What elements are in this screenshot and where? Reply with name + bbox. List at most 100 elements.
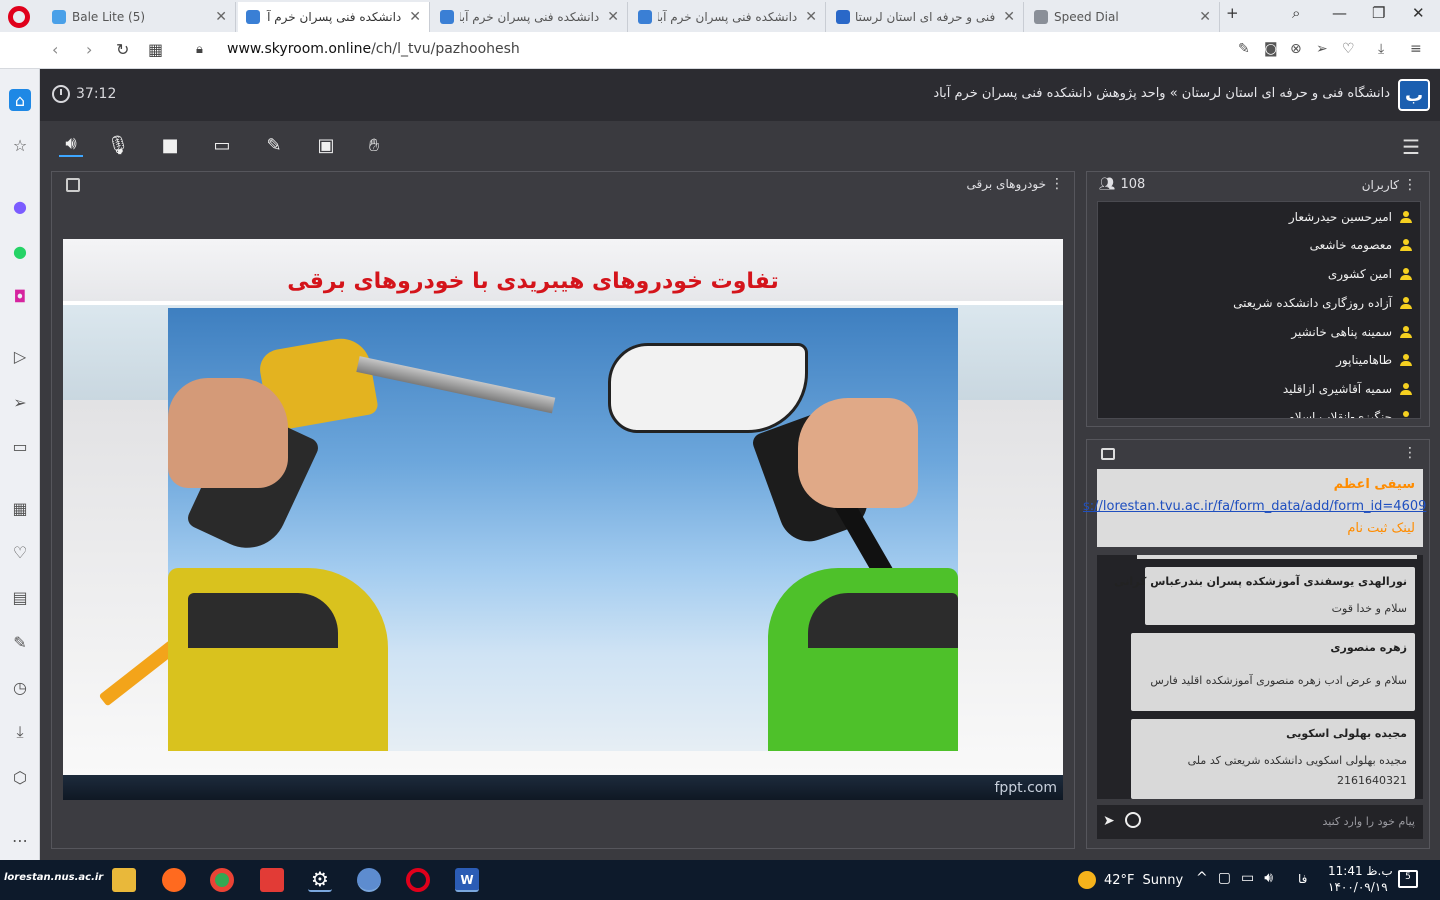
heart-icon[interactable]: ♡ xyxy=(1342,41,1355,57)
fullscreen-icon[interactable] xyxy=(66,178,80,192)
close-tab-icon[interactable]: ✕ xyxy=(1199,9,1211,25)
browser-tab-speed-dial[interactable]: Speed Dial ✕ xyxy=(1026,2,1220,32)
bookmarks-heart-icon[interactable]: ♡ xyxy=(9,541,31,563)
downloads-icon[interactable]: ⤓ xyxy=(9,721,31,743)
message-text: سلام و خدا قوت xyxy=(1331,602,1407,615)
globe-icon[interactable] xyxy=(357,868,381,892)
chat-panel: ⋮ سیفی اعظم s://lorestan.tvu.ac.ir/fa/fo… xyxy=(1083,439,1430,849)
sun-icon xyxy=(1078,871,1096,889)
easy-setup-icon[interactable]: ≡ xyxy=(1410,41,1422,57)
system-time[interactable]: 11:41 ب.ظ xyxy=(1328,864,1393,878)
url-field[interactable]: www.skyroom.online/ch/l_tvu/pazhoohesh xyxy=(227,41,520,57)
notification-icon[interactable]: 5 xyxy=(1398,870,1418,888)
reload-icon[interactable]: ↻ xyxy=(116,40,129,59)
raise-hand-icon[interactable]: ✋︎ xyxy=(362,133,386,157)
close-window-icon[interactable]: ✕ xyxy=(1412,4,1425,22)
send-icon[interactable]: ➢ xyxy=(1316,41,1328,57)
whatsapp-icon[interactable]: ● xyxy=(9,240,31,262)
kebab-menu-icon[interactable]: ⋮ xyxy=(1403,177,1417,193)
chat-messages[interactable]: نورالهدی یوسفندی آموزشکده پسران بندرعباس… xyxy=(1097,555,1423,799)
star-icon[interactable]: ☆ xyxy=(9,134,31,156)
maximize-icon[interactable]: ❐ xyxy=(1372,4,1385,22)
back-icon[interactable]: ‹ xyxy=(52,40,58,59)
send-icon[interactable]: ➤ xyxy=(1103,813,1115,829)
chrome-icon[interactable] xyxy=(210,868,234,892)
user-name: امین کشوری xyxy=(1327,266,1392,281)
user-item[interactable]: چنگیزی-انقلاب اسلامی xyxy=(1098,402,1420,418)
screen-share-icon[interactable]: ▭ xyxy=(210,133,234,157)
user-item[interactable]: امیرحسین حیدرشعار xyxy=(1098,202,1420,231)
instagram-icon[interactable]: ◘ xyxy=(9,285,31,307)
close-tab-icon[interactable]: ✕ xyxy=(1003,9,1015,25)
anydesk-icon[interactable] xyxy=(260,868,284,892)
browser-tab-bale[interactable]: Bale Lite (5) ✕ xyxy=(44,2,236,32)
hamburger-menu-icon[interactable]: ☰ xyxy=(1402,135,1420,159)
user-item[interactable]: طاهامیناپور xyxy=(1098,345,1420,374)
user-item[interactable]: معصومه خاشعی xyxy=(1098,230,1420,259)
forward-icon[interactable]: › xyxy=(86,40,92,59)
extensions-icon[interactable]: ⬡ xyxy=(9,766,31,788)
chat-placeholder: پیام خود را وارد کنید xyxy=(1322,815,1415,828)
more-icon[interactable]: ⋯ xyxy=(9,829,31,851)
input-language[interactable]: فا xyxy=(1298,872,1307,886)
user-item[interactable]: سمینه پناهی خانشیر xyxy=(1098,317,1420,346)
skyroom-favicon-icon xyxy=(440,10,454,24)
new-tab-icon[interactable]: + xyxy=(1226,4,1239,22)
tab-label: دانشکده فنی پسران خرم آباد xyxy=(266,10,402,24)
wallet-icon[interactable]: ▭ xyxy=(9,435,31,457)
system-date[interactable]: ۱۴۰۰/۰۹/۱۹ xyxy=(1328,880,1388,894)
mic-off-icon[interactable]: 🎙︎ xyxy=(106,133,130,157)
user-item[interactable]: سمیه آقاشیری ازاقلید xyxy=(1098,374,1420,403)
close-tab-icon[interactable]: ✕ xyxy=(607,9,619,25)
messenger-icon[interactable]: ● xyxy=(9,195,31,217)
camera-icon[interactable]: ■ xyxy=(158,133,182,157)
home-icon[interactable]: ⌂ xyxy=(9,89,31,111)
users-list[interactable]: امیرحسین حیدرشعار معصومه خاشعی امین کشور… xyxy=(1097,201,1421,419)
close-tab-icon[interactable]: ✕ xyxy=(409,9,421,25)
brush-icon[interactable]: ✎ xyxy=(262,133,286,157)
history-icon[interactable]: ◷ xyxy=(9,676,31,698)
opera-logo-icon[interactable] xyxy=(8,6,30,28)
browser-tab-active[interactable]: دانشکده فنی پسران خرم آباد ✕ xyxy=(238,2,430,32)
video-file-icon[interactable]: ▣ xyxy=(314,133,338,157)
speaker-icon[interactable]: 🔊︎ xyxy=(59,133,83,157)
browser-tab[interactable]: دانشکده فنی پسران خرم آباد ✕ xyxy=(432,2,628,32)
edit-icon[interactable]: ✎ xyxy=(1238,41,1250,57)
chat-input[interactable]: پیام خود را وارد کنید ➤ xyxy=(1097,805,1423,839)
kebab-menu-icon[interactable]: ⋮ xyxy=(1403,445,1417,461)
snapshot-icon[interactable]: ◙ xyxy=(1264,41,1278,57)
speed-dial-sidebar-icon[interactable]: ▦ xyxy=(9,497,31,519)
network-icon[interactable]: ▭ xyxy=(1241,870,1254,886)
close-tab-icon[interactable]: ✕ xyxy=(215,9,227,25)
close-tab-icon[interactable]: ✕ xyxy=(805,9,817,25)
tiles-icon[interactable]: ▦ xyxy=(148,40,163,59)
pinned-link[interactable]: s://lorestan.tvu.ac.ir/fa/form_data/add/… xyxy=(1083,499,1426,514)
settings-icon[interactable]: ⚙ xyxy=(308,868,332,892)
kebab-menu-icon[interactable]: ⋮ xyxy=(1050,176,1064,192)
emoji-icon[interactable] xyxy=(1125,812,1141,828)
player-icon[interactable]: ▷ xyxy=(9,345,31,367)
volume-icon[interactable]: 🔊︎ xyxy=(1264,870,1273,886)
download-icon[interactable]: ⤓ xyxy=(1378,41,1384,57)
url-host: www.skyroom.online xyxy=(227,41,372,57)
address-bar: ‹ › ↻ ▦ 🔒︎ www.skyroom.online/ch/l_tvu/p… xyxy=(0,32,1440,69)
minimize-icon[interactable]: — xyxy=(1332,4,1347,22)
search-tabs-icon[interactable]: ⌕ xyxy=(1292,4,1300,22)
lock-icon[interactable]: 🔒︎ xyxy=(196,42,203,57)
user-item[interactable]: امین کشوری xyxy=(1098,259,1420,288)
news-icon[interactable]: ▤ xyxy=(9,586,31,608)
personal-news-icon[interactable]: ✎ xyxy=(9,631,31,653)
send-to-icon[interactable]: ➢ xyxy=(9,391,31,413)
chevron-up-icon[interactable]: ^ xyxy=(1196,870,1208,886)
firefox-icon[interactable] xyxy=(162,868,186,892)
opera-taskbar-icon[interactable] xyxy=(406,868,430,892)
word-icon[interactable]: W xyxy=(455,868,479,892)
file-explorer-icon[interactable] xyxy=(112,868,136,892)
ev-charger-shape xyxy=(608,343,808,433)
meet-icon[interactable]: ▢ xyxy=(1218,870,1231,886)
browser-tab[interactable]: فنی و حرفه ای استان لرستان ✕ xyxy=(828,2,1024,32)
user-item[interactable]: آزاده روزگاری دانشکده شریعتی xyxy=(1098,288,1420,317)
browser-tab[interactable]: دانشکده فنی پسران خرم آباد ✕ xyxy=(630,2,826,32)
adblock-icon[interactable]: ⊗ xyxy=(1290,41,1302,57)
weather-widget[interactable]: 42°F Sunny xyxy=(1078,871,1183,889)
